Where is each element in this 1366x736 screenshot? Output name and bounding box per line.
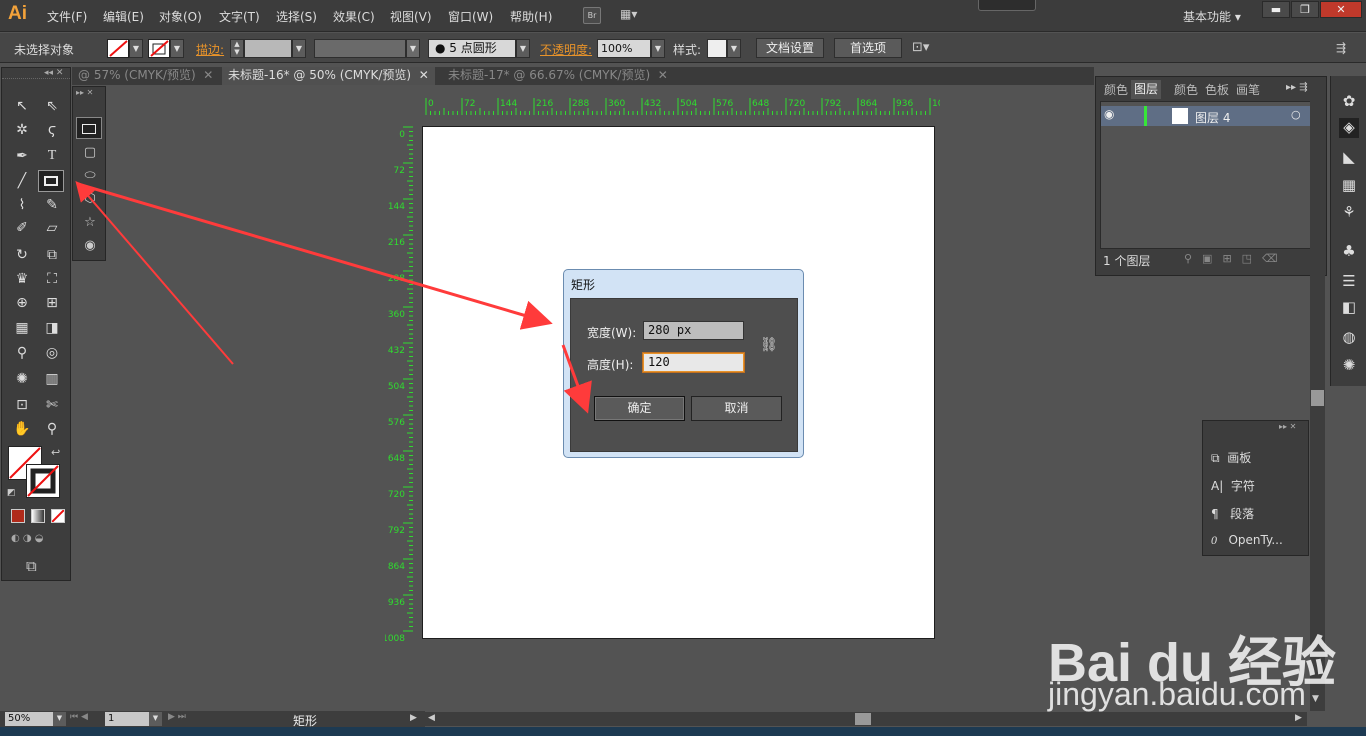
paragraph-icon: ¶ [1211,507,1219,521]
symbols-icon[interactable]: ♣ [1339,242,1359,262]
artboard-number[interactable]: 1 [105,712,149,726]
opentype-label: OpenTy... [1228,533,1283,547]
artboards-label: 画板 [1227,451,1252,465]
character-label: 字符 [1230,479,1255,493]
watermark-url: jingyan.baidu.com [1048,676,1306,712]
color-panel-icon[interactable]: ✿ [1339,92,1359,112]
character-item[interactable]: A| 字符 [1211,477,1255,494]
tab-color[interactable]: 颜色 [1104,81,1128,97]
hscroll-thumb[interactable] [855,713,871,725]
artboard-icon: ⧉ [1211,451,1220,465]
zoom-select[interactable]: 50% [5,712,53,726]
opentype-icon: 0 [1211,533,1217,547]
artboards-item[interactable]: ⧉ 画板 [1211,449,1251,466]
panel-collapse-icon[interactable]: ▸▸ ✕ [1279,422,1296,431]
paragraph-item[interactable]: ¶ 段落 [1211,505,1254,522]
zoom-dropdown[interactable]: ▼ [53,712,66,726]
layer-actions-icons[interactable]: ⚲▣⊞◳⌫ [1184,252,1288,265]
tab-swatches[interactable]: 色板 [1205,81,1229,97]
gradient-panel-icon[interactable]: ◧ [1339,298,1359,318]
panel-menu-icon[interactable]: ▸▸ ⇶ [1286,82,1308,93]
layer-row[interactable]: ◉ 图层 4 ○ [1101,106,1321,126]
stroke-panel-icon[interactable]: ☰ [1339,272,1359,292]
opentype-item[interactable]: 0 OpenTy... [1211,533,1283,548]
first-artboard-icon[interactable]: ⏮ ◀ [70,712,88,722]
arrow-to-rectangle-tool [75,180,234,365]
status-bar: 50% ▼ ⏮ ◀ 1 ▼ ▶ ⏭ 矩形 ▶ [0,711,425,728]
layer-name[interactable]: 图层 4 [1195,109,1230,126]
layers-panel: 颜色 图层 颜色 色板 画笔 ▸▸ ⇶ ◉ 图层 4 ○ 1 个图层 ⚲▣⊞◳⌫ [1095,76,1327,276]
tab-color-guide[interactable]: 颜色 [1174,81,1198,97]
right-panel-dock: ✿ ◈ ◣ ▦ ⚘ ♣ ☰ ◧ ◍ ✺ [1330,76,1366,386]
character-icon: A| [1211,479,1224,493]
tab-brushes[interactable]: 画笔 [1236,81,1260,97]
next-artboard-icon[interactable]: ▶ ⏭ [168,712,186,722]
status-menu-icon[interactable]: ▶ [410,713,417,723]
layer-count: 1 个图层 [1103,254,1151,268]
arrow-to-ok-button [561,344,592,414]
color-guide-icon[interactable]: ◣ [1339,148,1359,168]
transparency-icon[interactable]: ◍ [1339,328,1359,348]
artboard-type-panel: ▸▸ ✕ ⧉ 画板 A| 字符 ¶ 段落 0 OpenTy... [1202,420,1309,556]
scroll-left-icon[interactable]: ◀ [428,713,435,723]
layer-thumbnail [1172,108,1188,124]
paragraph-label: 段落 [1230,507,1255,521]
swatches-icon[interactable]: ▦ [1339,176,1359,196]
target-circle-icon[interactable]: ○ [1291,108,1301,121]
arrow-to-dialog [77,182,553,330]
scroll-right-icon[interactable]: ▶ [1295,713,1302,723]
brushes-icon[interactable]: ⚘ [1339,203,1359,223]
visibility-eye-icon[interactable]: ◉ [1104,107,1114,121]
artboard-dropdown[interactable]: ▼ [149,712,162,726]
os-taskbar [0,727,1366,736]
scroll-thumb[interactable] [1311,390,1324,406]
layer-color-marker [1144,106,1147,126]
tab-layers[interactable]: 图层 [1131,80,1162,99]
appearance-icon[interactable]: ✺ [1339,356,1359,376]
horizontal-scrollbar[interactable]: ◀ ▶ [425,712,1307,726]
layers-panel-icon[interactable]: ◈ [1339,118,1359,138]
layers-list: ◉ 图层 4 ○ [1100,101,1322,249]
